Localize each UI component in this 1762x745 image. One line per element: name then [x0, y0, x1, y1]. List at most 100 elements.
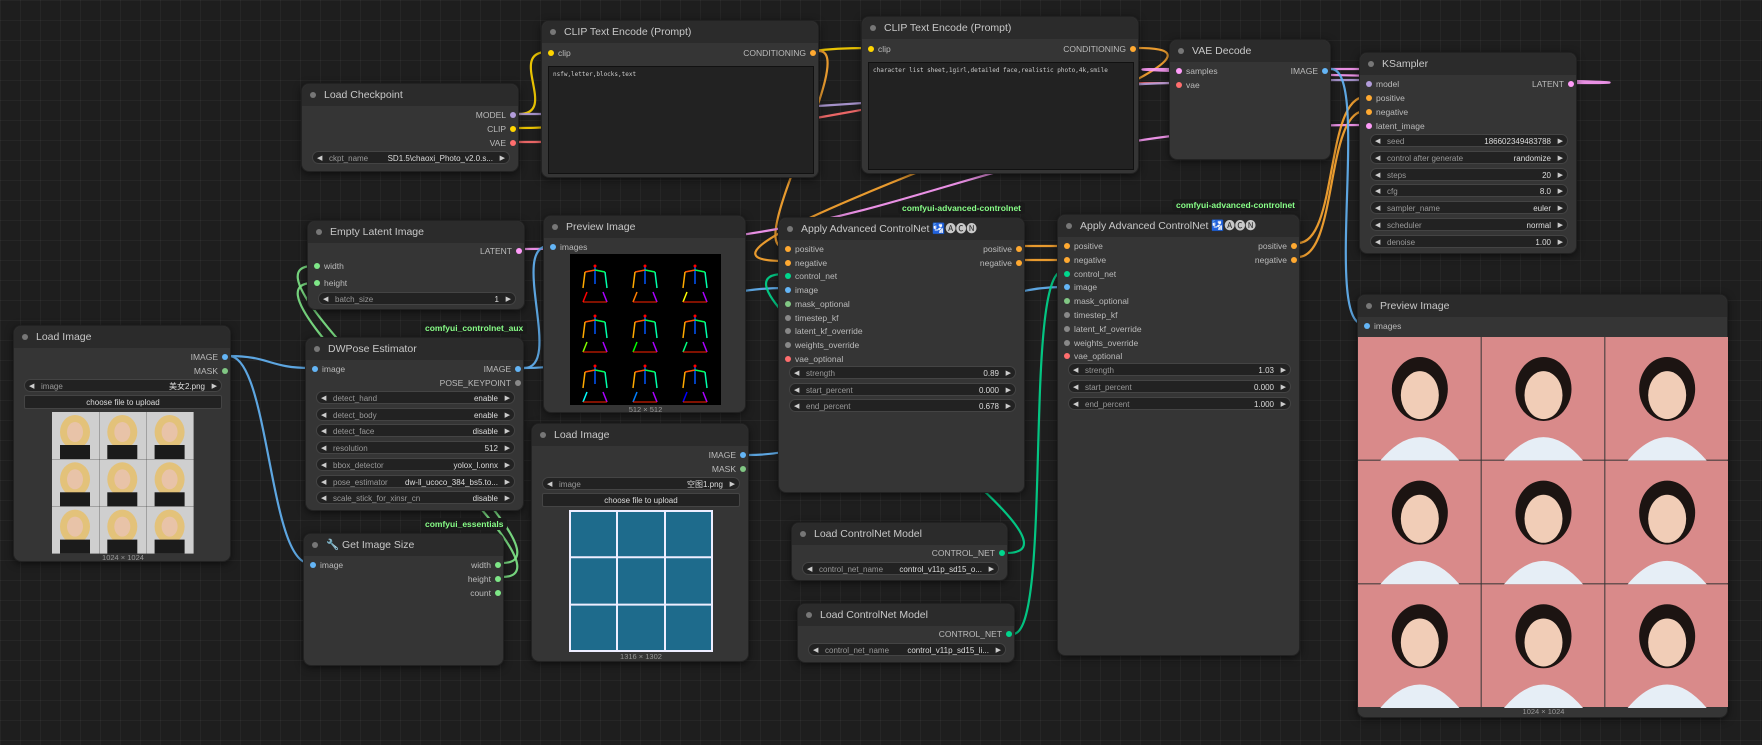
- slot-pin-icon[interactable]: [810, 50, 816, 56]
- input-image[interactable]: image: [783, 283, 818, 297]
- input-vae-optional[interactable]: vae_optional: [1062, 349, 1122, 363]
- arrow-right-icon[interactable]: ▶: [505, 442, 510, 453]
- arrow-right-icon[interactable]: ▶: [1558, 152, 1563, 163]
- widget-detect-body[interactable]: ◀ detect_body enable ▶: [316, 407, 515, 421]
- output-image[interactable]: IMAGE: [484, 362, 523, 376]
- slot-pin-icon[interactable]: [1064, 298, 1070, 305]
- slot-pin-icon[interactable]: [1064, 243, 1070, 249]
- input-model[interactable]: model: [1364, 77, 1399, 91]
- arrow-right-icon[interactable]: ▶: [1281, 381, 1286, 392]
- widget-end-percent[interactable]: ◀ end_percent 1.000 ▶: [1068, 396, 1291, 410]
- node-title[interactable]: Apply Advanced ControlNet 🛂🅐🅒🅝: [779, 218, 1024, 240]
- slot-pin-icon[interactable]: [312, 366, 318, 372]
- slot-pin-icon[interactable]: [1366, 123, 1372, 129]
- arrow-left-icon[interactable]: ◀: [321, 409, 326, 420]
- arrow-right-icon[interactable]: ▶: [505, 476, 510, 487]
- node-title[interactable]: Preview Image: [544, 216, 745, 238]
- arrow-right-icon[interactable]: ▶: [505, 392, 510, 403]
- image-select-combo[interactable]: ◀ image 美女2.png ▶: [24, 379, 222, 392]
- arrow-left-icon[interactable]: ◀: [1073, 381, 1078, 392]
- output-latent[interactable]: LATENT: [1532, 77, 1576, 91]
- slot-pin-icon[interactable]: [510, 112, 516, 118]
- node-title[interactable]: CLIP Text Encode (Prompt): [862, 17, 1138, 39]
- widget-scheduler[interactable]: ◀ scheduler normal ▶: [1370, 218, 1568, 231]
- input-weights-override[interactable]: weights_override: [783, 338, 859, 352]
- slot-pin-icon[interactable]: [785, 273, 791, 280]
- node-title[interactable]: Load Image: [532, 424, 748, 446]
- slot-pin-icon[interactable]: [1064, 325, 1070, 332]
- slot-pin-icon[interactable]: [1064, 312, 1070, 318]
- input-height[interactable]: height: [312, 276, 347, 290]
- slot-pin-icon[interactable]: [1016, 259, 1022, 266]
- slot-pin-icon[interactable]: [1291, 256, 1297, 263]
- node-title[interactable]: Apply Advanced ControlNet 🛂🅐🅒🅝: [1058, 215, 1299, 237]
- arrow-right-icon[interactable]: ▶: [1006, 367, 1011, 378]
- get-image-size-node[interactable]: 🔧 Get Image Size image width height coun…: [303, 533, 504, 666]
- output-image[interactable]: IMAGE: [709, 448, 748, 462]
- clip-text-encode-negative-node[interactable]: CLIP Text Encode (Prompt) clip CONDITION…: [541, 20, 819, 178]
- arrow-right-icon[interactable]: ▶: [500, 152, 505, 163]
- apply-advanced-controlnet-1-node[interactable]: Apply Advanced ControlNet 🛂🅐🅒🅝 positive n…: [778, 217, 1025, 493]
- output-control-net[interactable]: CONTROL_NET: [932, 546, 1007, 560]
- input-image[interactable]: image: [1062, 280, 1097, 294]
- slot-pin-icon[interactable]: [495, 562, 501, 568]
- node-title[interactable]: Load Checkpoint: [302, 84, 518, 106]
- ksampler-node[interactable]: KSampler model positive negative latent_…: [1359, 52, 1577, 254]
- output-mask[interactable]: MASK: [712, 462, 748, 476]
- clip-text-encode-positive-node[interactable]: CLIP Text Encode (Prompt) clip CONDITION…: [861, 16, 1139, 174]
- slot-pin-icon[interactable]: [510, 126, 516, 132]
- input-clip[interactable]: clip: [546, 46, 571, 60]
- arrow-left-icon[interactable]: ◀: [1375, 185, 1380, 196]
- slot-pin-icon[interactable]: [1064, 284, 1070, 291]
- input-image[interactable]: image: [308, 558, 343, 572]
- arrow-right-icon[interactable]: ▶: [505, 409, 510, 420]
- slot-pin-icon[interactable]: [1006, 631, 1012, 637]
- arrow-right-icon[interactable]: ▶: [506, 293, 511, 304]
- collapse-dot-icon[interactable]: [1366, 303, 1372, 309]
- slot-pin-icon[interactable]: [1364, 323, 1370, 329]
- input-positive[interactable]: positive: [1062, 239, 1103, 253]
- widget-steps[interactable]: ◀ steps 20 ▶: [1370, 167, 1568, 181]
- slot-pin-icon[interactable]: [1064, 353, 1070, 360]
- slot-pin-icon[interactable]: [785, 341, 791, 348]
- input-mask-optional[interactable]: mask_optional: [1062, 294, 1129, 308]
- input-control-net[interactable]: control_net: [1062, 267, 1116, 281]
- widget-sampler-name[interactable]: ◀ sampler_name euler ▶: [1370, 201, 1568, 215]
- preview-image-pose-node[interactable]: Preview Image images 512 × 512: [543, 215, 746, 414]
- input-images[interactable]: images: [548, 240, 587, 254]
- input-vae-optional[interactable]: vae_optional: [783, 352, 843, 366]
- node-title[interactable]: Load ControlNet Model: [792, 523, 1007, 545]
- slot-pin-icon[interactable]: [1568, 81, 1574, 87]
- collapse-dot-icon[interactable]: [316, 229, 322, 235]
- output-positive[interactable]: positive: [983, 242, 1024, 256]
- node-title[interactable]: Preview Image: [1358, 295, 1727, 317]
- input-timestep-kf[interactable]: timestep_kf: [1062, 308, 1117, 322]
- widget-control-after-generate[interactable]: ◀ control after generate randomize ▶: [1370, 150, 1568, 164]
- arrow-right-icon[interactable]: ▶: [505, 459, 510, 470]
- collapse-dot-icon[interactable]: [806, 612, 812, 618]
- slot-pin-icon[interactable]: [1176, 68, 1182, 74]
- arrow-left-icon[interactable]: ◀: [321, 476, 326, 487]
- arrow-right-icon[interactable]: ▶: [1281, 398, 1286, 409]
- slot-pin-icon[interactable]: [999, 550, 1005, 556]
- ckpt-name-combo[interactable]: ◀ ckpt_name SD1.5\chaoxi_Photo_v2.0.s... ▶: [312, 151, 510, 164]
- arrow-right-icon[interactable]: ▶: [1006, 384, 1011, 395]
- widget-scale-stick-for-xinsr-cn[interactable]: ◀ scale_stick_for_xinsr_cn disable ▶: [316, 491, 515, 505]
- arrow-right-icon[interactable]: ▶: [996, 644, 1001, 655]
- collapse-dot-icon[interactable]: [552, 224, 558, 230]
- output-positive[interactable]: positive: [1258, 239, 1299, 253]
- arrow-left-icon[interactable]: ◀: [317, 152, 322, 163]
- slot-pin-icon[interactable]: [1064, 270, 1070, 277]
- collapse-dot-icon[interactable]: [1178, 48, 1184, 54]
- upload-button[interactable]: choose file to upload: [24, 395, 222, 409]
- arrow-right-icon[interactable]: ▶: [1006, 400, 1011, 411]
- output-control-net[interactable]: CONTROL_NET: [939, 627, 1014, 641]
- arrow-left-icon[interactable]: ◀: [1375, 219, 1380, 230]
- slot-pin-icon[interactable]: [314, 280, 320, 286]
- slot-pin-icon[interactable]: [785, 287, 791, 294]
- input-latent-kf-override[interactable]: latent_kf_override: [1062, 322, 1142, 336]
- slot-pin-icon[interactable]: [1366, 81, 1372, 87]
- load-controlnet-model-1-node[interactable]: Load ControlNet Model CONTROL_NET ◀ contr…: [791, 522, 1008, 581]
- output-clip[interactable]: CLIP: [487, 122, 518, 136]
- empty-latent-image-node[interactable]: Empty Latent Image LATENT width height ◀…: [307, 220, 525, 310]
